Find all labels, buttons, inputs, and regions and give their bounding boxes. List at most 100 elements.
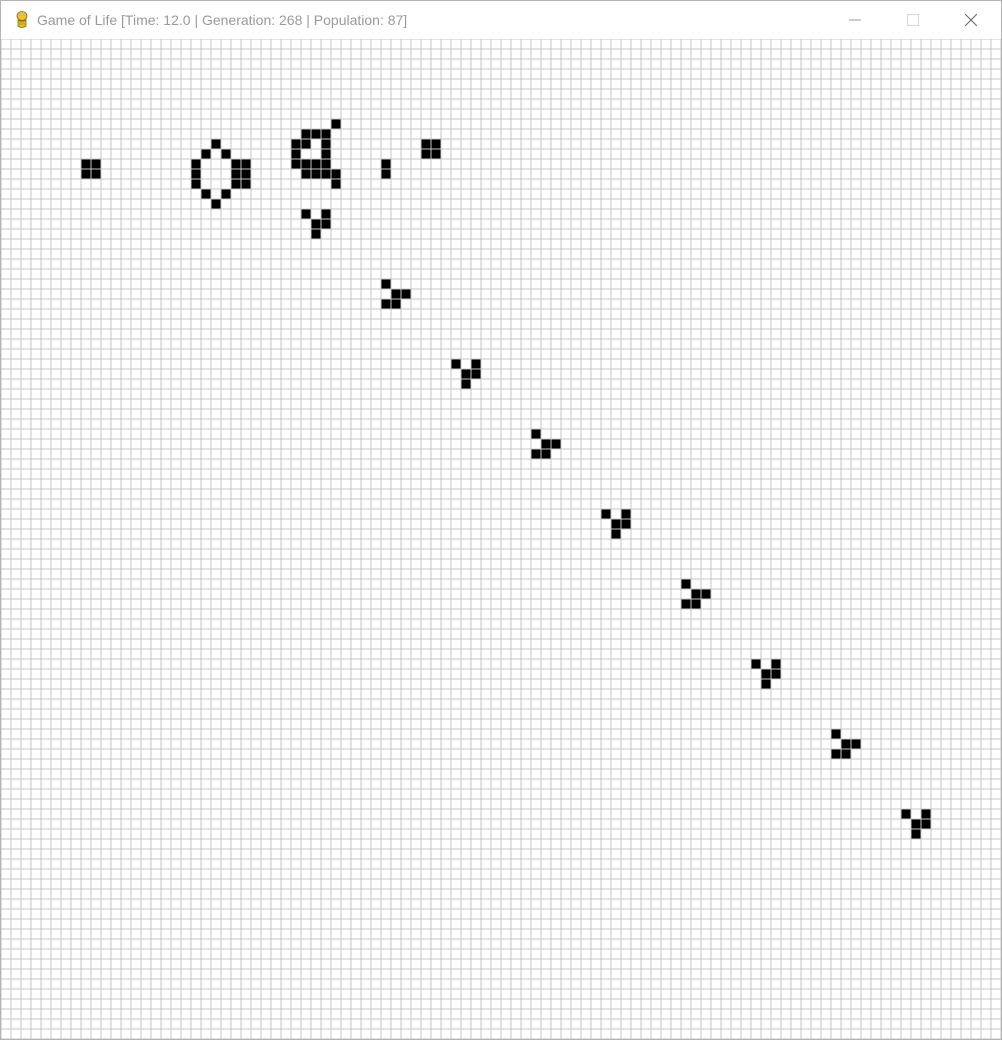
live-cell[interactable] bbox=[461, 369, 471, 379]
live-cell[interactable] bbox=[381, 299, 391, 309]
maximize-button[interactable] bbox=[884, 1, 942, 39]
live-cell[interactable] bbox=[761, 669, 771, 679]
live-cell[interactable] bbox=[681, 599, 691, 609]
window-title: Game of Life [Time: 12.0 | Generation: 2… bbox=[37, 12, 408, 28]
app-window: Game of Life [Time: 12.0 | Generation: 2… bbox=[0, 0, 1002, 1040]
title-bar[interactable]: Game of Life [Time: 12.0 | Generation: 2… bbox=[1, 1, 1001, 39]
live-cell[interactable] bbox=[321, 169, 331, 179]
live-cell[interactable] bbox=[471, 359, 481, 369]
live-cell[interactable] bbox=[241, 179, 251, 189]
live-cell[interactable] bbox=[221, 149, 231, 159]
live-cell[interactable] bbox=[321, 139, 331, 149]
live-cell[interactable] bbox=[321, 149, 331, 159]
close-button[interactable] bbox=[942, 1, 1000, 39]
live-cell[interactable] bbox=[331, 119, 341, 129]
live-cell[interactable] bbox=[221, 189, 231, 199]
live-cell[interactable] bbox=[451, 359, 461, 369]
live-cell[interactable] bbox=[911, 819, 921, 829]
live-cell[interactable] bbox=[91, 159, 101, 169]
live-cell[interactable] bbox=[191, 179, 201, 189]
minimize-button[interactable] bbox=[826, 1, 884, 39]
live-cell[interactable] bbox=[461, 379, 471, 389]
live-cell[interactable] bbox=[611, 519, 621, 529]
live-cell[interactable] bbox=[771, 669, 781, 679]
live-cell[interactable] bbox=[431, 139, 441, 149]
live-cell[interactable] bbox=[241, 159, 251, 169]
live-cell[interactable] bbox=[301, 139, 311, 149]
live-cell[interactable] bbox=[751, 659, 761, 669]
live-cell[interactable] bbox=[391, 299, 401, 309]
live-cell[interactable] bbox=[691, 589, 701, 599]
live-cell[interactable] bbox=[311, 219, 321, 229]
live-cell[interactable] bbox=[331, 179, 341, 189]
live-cell[interactable] bbox=[301, 169, 311, 179]
live-cell[interactable] bbox=[701, 589, 711, 599]
live-cell[interactable] bbox=[301, 209, 311, 219]
live-cell[interactable] bbox=[201, 189, 211, 199]
live-cell[interactable] bbox=[431, 149, 441, 159]
live-cell[interactable] bbox=[681, 579, 691, 589]
live-cell[interactable] bbox=[311, 159, 321, 169]
live-cell[interactable] bbox=[831, 749, 841, 759]
live-cell[interactable] bbox=[551, 439, 561, 449]
live-cell[interactable] bbox=[381, 159, 391, 169]
live-cell[interactable] bbox=[921, 809, 931, 819]
live-cell[interactable] bbox=[911, 829, 921, 839]
live-cell[interactable] bbox=[321, 129, 331, 139]
live-cell[interactable] bbox=[611, 529, 621, 539]
live-cell[interactable] bbox=[81, 159, 91, 169]
live-cell[interactable] bbox=[291, 149, 301, 159]
live-cell[interactable] bbox=[191, 169, 201, 179]
live-cell[interactable] bbox=[421, 139, 431, 149]
live-cell[interactable] bbox=[921, 819, 931, 829]
live-cell[interactable] bbox=[231, 179, 241, 189]
maximize-icon bbox=[907, 14, 919, 26]
live-cell[interactable] bbox=[691, 599, 701, 609]
live-cell[interactable] bbox=[201, 149, 211, 159]
game-of-life-grid[interactable] bbox=[1, 39, 1001, 1039]
close-icon bbox=[965, 14, 977, 26]
live-cell[interactable] bbox=[291, 139, 301, 149]
live-cell[interactable] bbox=[231, 159, 241, 169]
grid-lines bbox=[1, 39, 1001, 1039]
live-cell[interactable] bbox=[531, 429, 541, 439]
live-cell[interactable] bbox=[841, 739, 851, 749]
live-cell[interactable] bbox=[311, 229, 321, 239]
minimize-icon bbox=[849, 19, 861, 21]
live-cell[interactable] bbox=[381, 169, 391, 179]
live-cell[interactable] bbox=[381, 279, 391, 289]
live-cell[interactable] bbox=[321, 209, 331, 219]
live-cell[interactable] bbox=[421, 149, 431, 159]
live-cell[interactable] bbox=[301, 159, 311, 169]
live-cell[interactable] bbox=[301, 129, 311, 139]
live-cell[interactable] bbox=[81, 169, 91, 179]
live-cell[interactable] bbox=[541, 439, 551, 449]
live-cell[interactable] bbox=[321, 159, 331, 169]
live-cell[interactable] bbox=[311, 129, 321, 139]
live-cell[interactable] bbox=[91, 169, 101, 179]
live-cell[interactable] bbox=[901, 809, 911, 819]
live-cell[interactable] bbox=[851, 739, 861, 749]
live-cell[interactable] bbox=[241, 169, 251, 179]
live-cell[interactable] bbox=[771, 659, 781, 669]
live-cell[interactable] bbox=[291, 159, 301, 169]
live-cell[interactable] bbox=[541, 449, 551, 459]
live-cell[interactable] bbox=[331, 169, 341, 179]
live-cell[interactable] bbox=[401, 289, 411, 299]
live-cell[interactable] bbox=[621, 519, 631, 529]
live-cell[interactable] bbox=[391, 289, 401, 299]
live-cell[interactable] bbox=[531, 449, 541, 459]
live-cell[interactable] bbox=[601, 509, 611, 519]
live-cell[interactable] bbox=[321, 219, 331, 229]
live-cell[interactable] bbox=[831, 729, 841, 739]
live-cell[interactable] bbox=[211, 199, 221, 209]
live-cell[interactable] bbox=[211, 139, 221, 149]
live-cell[interactable] bbox=[191, 159, 201, 169]
live-cell[interactable] bbox=[231, 169, 241, 179]
live-cell[interactable] bbox=[621, 509, 631, 519]
live-cell[interactable] bbox=[761, 679, 771, 689]
python-snake-icon bbox=[16, 11, 28, 28]
live-cell[interactable] bbox=[841, 749, 851, 759]
live-cell[interactable] bbox=[471, 369, 481, 379]
live-cell[interactable] bbox=[311, 169, 321, 179]
